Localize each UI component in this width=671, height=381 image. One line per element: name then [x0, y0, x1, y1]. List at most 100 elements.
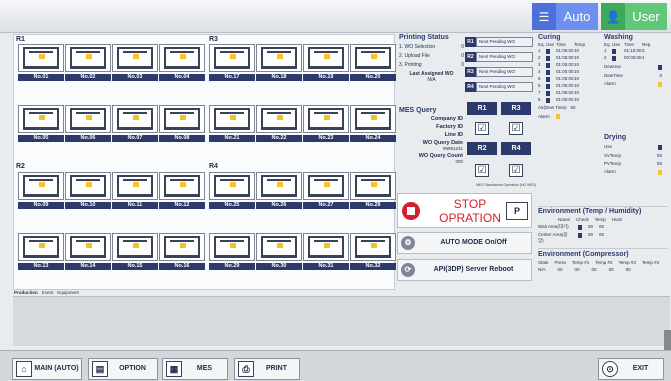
- use-icon[interactable]: [546, 77, 550, 82]
- use-icon[interactable]: [612, 56, 616, 61]
- printer-tile[interactable]: [350, 172, 396, 200]
- printer-tile[interactable]: [350, 105, 396, 133]
- printer-tile[interactable]: [159, 44, 205, 72]
- printer-label: No.11: [112, 202, 158, 209]
- printer-tile[interactable]: [256, 105, 302, 133]
- printer-label: No.15: [112, 263, 158, 270]
- printer-tile[interactable]: [65, 233, 111, 261]
- printer-tile[interactable]: [209, 172, 255, 200]
- printer-tile[interactable]: [159, 233, 205, 261]
- washing-alarm-label: Alarm: [604, 81, 616, 86]
- printer-tile[interactable]: [350, 233, 396, 261]
- auto-mode-button[interactable]: ☰ Auto: [532, 3, 598, 30]
- printer-tile[interactable]: [303, 44, 349, 72]
- pending-field[interactable]: Next Pending WO: [476, 82, 533, 92]
- printer-tile[interactable]: [303, 172, 349, 200]
- list-icon: ☰: [532, 3, 556, 30]
- time-value: 01:05:00: [556, 90, 574, 95]
- printer-tile[interactable]: [209, 105, 255, 133]
- printer-tile[interactable]: [112, 172, 158, 200]
- mes-label: MES: [196, 365, 213, 372]
- checkbox-r4[interactable]: ☑: [509, 164, 523, 177]
- printer-tile[interactable]: [256, 172, 302, 200]
- stop-operation-button[interactable]: STOP OPRATION P: [397, 193, 532, 228]
- use-icon[interactable]: [612, 49, 616, 54]
- main-auto-button[interactable]: ⌂ MAIN (AUTO): [12, 358, 82, 380]
- printer-tile[interactable]: [18, 233, 64, 261]
- time-value: 01:05:00: [556, 62, 574, 67]
- pv-temp-label: PVTemp: [604, 161, 622, 166]
- tab-equipment[interactable]: Equipment: [57, 290, 79, 295]
- printer-label: No.08: [159, 135, 205, 142]
- log-tabs: Production Event Equipment: [14, 290, 79, 295]
- scrollbar[interactable]: [664, 330, 671, 350]
- printer-tile[interactable]: [65, 44, 111, 72]
- printer-tile[interactable]: [65, 105, 111, 133]
- eq-number: 7: [538, 90, 541, 95]
- api-reboot-label: API(3DP) Server Reboot: [433, 266, 514, 273]
- auto-mode-toggle-button[interactable]: ⚙ AUTO MODE On/Off: [397, 232, 532, 254]
- printer-tile[interactable]: [159, 172, 205, 200]
- pending-field[interactable]: Next Pending WO: [476, 67, 533, 77]
- printer-label: No.18: [256, 74, 302, 81]
- option-button[interactable]: ▤ OPTION: [88, 358, 158, 380]
- printer-tile[interactable]: [18, 172, 64, 200]
- printer-label: No.29: [209, 263, 255, 270]
- temp-value: 10: [574, 90, 580, 95]
- log-area[interactable]: [13, 296, 670, 346]
- printer-tile[interactable]: [303, 233, 349, 261]
- use-icon[interactable]: [546, 63, 550, 68]
- checkbox-r2[interactable]: ☑: [475, 164, 489, 177]
- printer-tile[interactable]: [18, 105, 64, 133]
- use-icon[interactable]: [546, 49, 550, 54]
- select-head-r4: R4: [501, 142, 531, 155]
- printer-base: [216, 66, 248, 69]
- printer-label: No.25: [209, 202, 255, 209]
- checkbox-r3[interactable]: ☑: [509, 122, 523, 135]
- eq-number: 1: [538, 48, 541, 53]
- printer-tile[interactable]: [112, 233, 158, 261]
- compressor-value: 00: [591, 267, 597, 272]
- user-button[interactable]: 👤 User: [601, 3, 667, 30]
- home-icon: ⌂: [16, 361, 32, 377]
- tab-production[interactable]: Production: [14, 290, 38, 295]
- main-label: MAIN (AUTO): [34, 365, 79, 372]
- printer-tile[interactable]: [256, 44, 302, 72]
- exit-button[interactable]: ⊙ EXIT: [598, 358, 664, 380]
- use-icon[interactable]: [546, 56, 550, 61]
- printer-tile[interactable]: [18, 44, 64, 72]
- printer-tile[interactable]: [112, 105, 158, 133]
- printer-tile[interactable]: [112, 44, 158, 72]
- use-icon[interactable]: [546, 84, 550, 89]
- pending-field[interactable]: Next Pending WO: [476, 37, 533, 47]
- api-reboot-button[interactable]: ⟳ API(3DP) Server Reboot: [397, 259, 532, 281]
- time-value: 01:05:00: [556, 48, 574, 53]
- printer-label: No.19: [303, 74, 349, 81]
- printer-label: No.12: [159, 202, 205, 209]
- checkbox-r1[interactable]: ☑: [475, 122, 489, 135]
- curing-panel: Curing Eq. Use Time Temp 1 01:05:00 10 2 01:…: [538, 34, 601, 119]
- mes-button[interactable]: ▦ MES: [162, 358, 228, 380]
- use-icon[interactable]: [546, 91, 550, 96]
- printer-tile[interactable]: [303, 105, 349, 133]
- pending-row-r4: R4 Next Pending WO: [465, 82, 533, 92]
- printer-tile[interactable]: [209, 233, 255, 261]
- use-icon[interactable]: [546, 70, 550, 75]
- printer-label: No.04: [159, 74, 205, 81]
- printer-tile[interactable]: [350, 44, 396, 72]
- standalone-checkbox-label[interactable]: MES Standalone Operation (NO MES): [468, 183, 536, 187]
- printer-tile[interactable]: [256, 233, 302, 261]
- print-button[interactable]: ⎙ PRINT: [234, 358, 300, 380]
- printer-tile[interactable]: [209, 44, 255, 72]
- env-row-name: Center Area(중앙): [538, 232, 568, 243]
- col-header: Temp #1: [572, 260, 590, 265]
- tab-event[interactable]: Event: [42, 290, 54, 295]
- pending-field[interactable]: Next Pending WO: [476, 52, 533, 62]
- pending-tag: R1: [465, 37, 476, 47]
- use-icon[interactable]: [546, 98, 550, 103]
- mode-select[interactable]: P: [506, 202, 528, 220]
- printer-tile[interactable]: [159, 105, 205, 133]
- env-temp-value: 00: [588, 224, 594, 229]
- printer-tile[interactable]: [65, 172, 111, 200]
- printer-base: [119, 194, 151, 197]
